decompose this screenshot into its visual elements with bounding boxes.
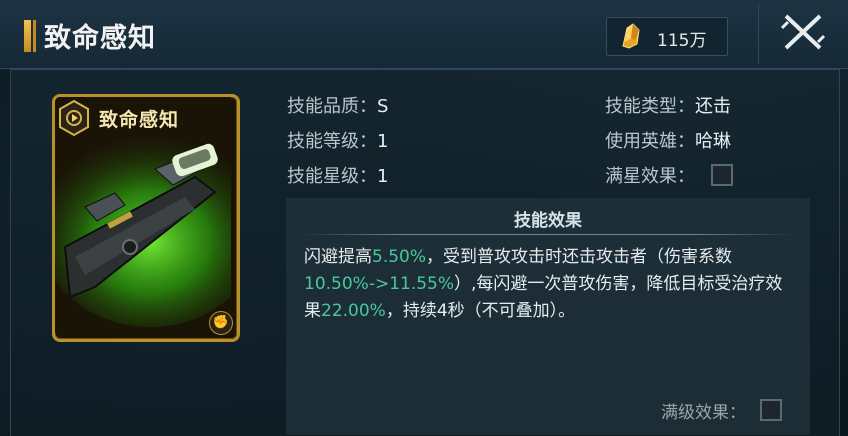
close-x-icon xyxy=(780,14,826,50)
max-level-effect-label: 满级效果： xyxy=(661,403,746,423)
skill-quality-label: 技能品质： xyxy=(287,96,377,117)
full-star-checkbox[interactable] xyxy=(711,164,733,186)
skill-quality: 技能品质：S xyxy=(287,92,388,118)
close-button[interactable] xyxy=(758,0,848,68)
effect-divider xyxy=(300,234,796,235)
max-level-checkbox[interactable] xyxy=(760,399,782,421)
effect-value-heal-reduction: 22.00% xyxy=(321,301,386,321)
skill-level-label: 技能等级： xyxy=(287,131,377,152)
skill-star-value: 1 xyxy=(377,166,389,187)
effect-value-damage-coef: 10.50%->11.55% xyxy=(304,274,455,294)
effect-text-4: ，持续4秒（不可叠加）。 xyxy=(385,301,576,321)
gold-crystal-icon xyxy=(622,23,640,49)
skill-star: 技能星级：1 xyxy=(287,162,388,188)
skill-level-value: 1 xyxy=(377,131,389,152)
skill-star-label: 技能星级： xyxy=(287,166,377,187)
full-star-label: 满星效果： xyxy=(605,166,695,187)
currency-value: 115万 xyxy=(657,31,707,51)
hero: 使用英雄：哈琳 xyxy=(605,127,731,153)
effect-text-2: ，受到普攻攻击时还击攻击者（伤害系数 xyxy=(426,247,733,267)
fist-icon: ✊ xyxy=(209,311,233,335)
full-star-effect: 满星效果： xyxy=(605,162,695,188)
hero-value: 哈琳 xyxy=(695,131,731,152)
card-title: 致命感知 xyxy=(99,109,180,131)
skill-quality-value: S xyxy=(377,96,389,117)
currency-display: 115万 xyxy=(606,17,728,56)
hero-label: 使用英雄： xyxy=(605,131,695,152)
effect-title: 技能效果 xyxy=(514,211,582,231)
page-title: 致命感知 xyxy=(44,23,156,54)
gear-play-badge-icon xyxy=(59,99,89,137)
header-bar: 致命感知 115万 xyxy=(0,0,848,69)
title-accent-bar xyxy=(24,20,36,52)
skill-type: 技能类型：还击 xyxy=(605,92,731,118)
effect-text-1: 闪避提高 xyxy=(304,247,372,267)
effect-value-dodge: 5.50% xyxy=(372,247,427,267)
skill-card: 致命感知 ✊ xyxy=(52,94,240,342)
skill-type-value: 还击 xyxy=(695,96,731,117)
skill-level: 技能等级：1 xyxy=(287,127,388,153)
skill-type-label: 技能类型： xyxy=(605,96,695,117)
effect-description: 闪避提高5.50%，受到普攻攻击时还击攻击者（伤害系数 10.50%->11.55… xyxy=(304,244,794,325)
